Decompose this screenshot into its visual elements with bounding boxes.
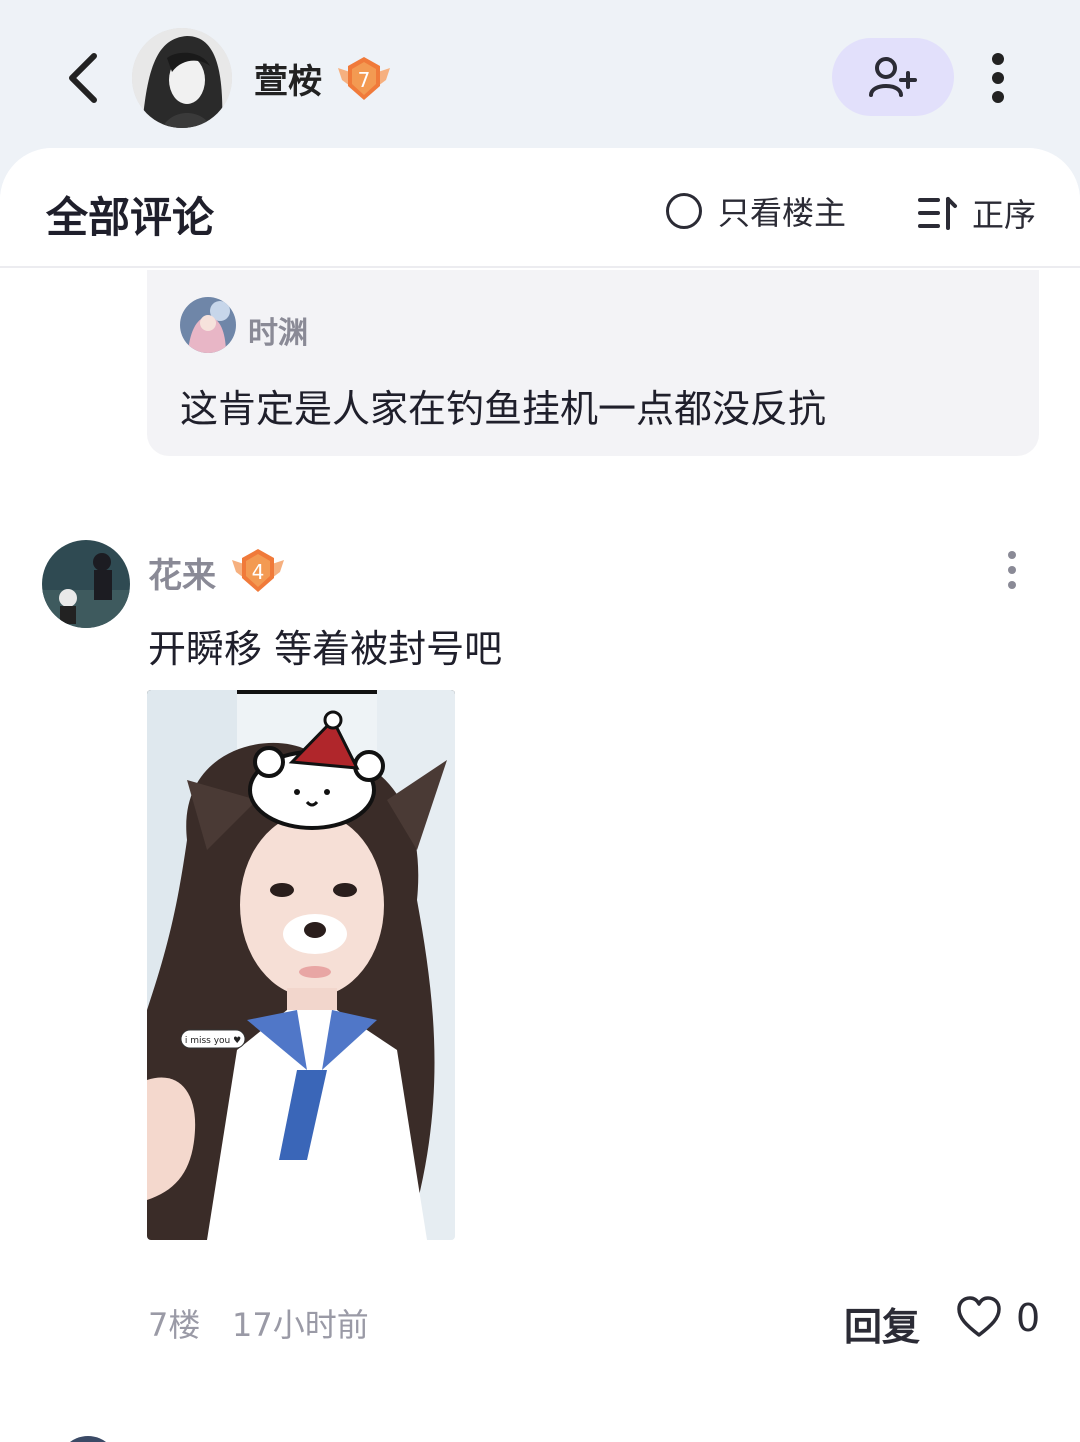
add-user-icon [869, 57, 917, 97]
next-commenter-avatar[interactable] [58, 1436, 118, 1442]
svg-text:i miss you ♥: i miss you ♥ [185, 1036, 241, 1046]
commenter-name[interactable]: 花来 [148, 548, 216, 597]
comment-more-button[interactable] [1000, 548, 1024, 592]
svg-text:7: 7 [358, 68, 371, 92]
only-owner-toggle[interactable]: 只看楼主 [666, 188, 846, 234]
sort-button[interactable]: 正序 [918, 190, 1036, 236]
quoted-user-name[interactable]: 时渊 [248, 308, 308, 352]
like-count: 0 [1016, 1296, 1041, 1340]
more-vertical-icon [992, 53, 1004, 103]
sort-icon [918, 197, 957, 230]
commenter-avatar[interactable] [42, 540, 130, 628]
quoted-reply[interactable]: 时渊 这肯定是人家在钓鱼挂机一点都没反抗 [147, 270, 1039, 456]
author-avatar[interactable] [132, 28, 232, 128]
floor-number: 7楼 [148, 1306, 201, 1344]
comments-header: 全部评论 只看楼主 正序 [0, 148, 1080, 268]
commenter-level-badge: 4 [230, 546, 286, 596]
heart-icon [957, 1296, 1001, 1337]
reply-button[interactable]: 回复 [844, 1296, 920, 1351]
like-button[interactable] [956, 1294, 1002, 1340]
back-arrow-icon [69, 53, 97, 103]
comment-text: 开瞬移 等着被封号吧 [148, 627, 503, 671]
more-options-button[interactable] [978, 50, 1018, 106]
top-bar: 萱桉 7 [0, 0, 1080, 150]
comment-image[interactable]: i miss you ♥ [147, 690, 455, 1240]
comment-time: 17小时前 [232, 1306, 369, 1344]
sort-label: 正序 [972, 196, 1037, 234]
comments-title: 全部评论 [46, 193, 215, 242]
only-owner-label: 只看楼主 [718, 194, 847, 232]
back-button[interactable] [60, 50, 110, 106]
quoted-user-avatar[interactable] [180, 297, 236, 353]
quoted-reply-text: 这肯定是人家在钓鱼挂机一点都没反抗 [180, 387, 827, 431]
author-level-badge: 7 [336, 54, 392, 104]
comments-sheet: 全部评论 只看楼主 正序 时渊 这肯定是人家在钓鱼挂机一点都没反抗 花来 4 开… [0, 148, 1080, 1442]
svg-text:4: 4 [252, 560, 265, 584]
more-vertical-icon [1008, 551, 1016, 589]
author-name[interactable]: 萱桉 [254, 54, 322, 103]
follow-button[interactable] [832, 38, 954, 116]
radio-circle-icon [666, 193, 702, 229]
